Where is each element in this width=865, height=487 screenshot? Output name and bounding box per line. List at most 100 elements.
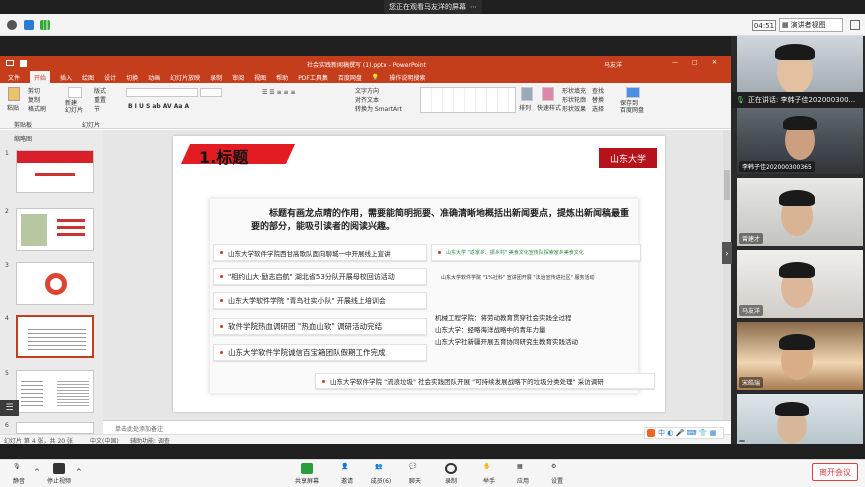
tab-design[interactable]: 设计 <box>104 73 116 82</box>
slide-thumbnail-2[interactable] <box>16 208 94 251</box>
ppt-user-name[interactable]: 马友洋 <box>604 60 622 69</box>
share-screen-icon <box>301 463 313 474</box>
text-direction-button[interactable]: 文字方向 <box>355 86 379 95</box>
notes-pane[interactable]: 单击此处添加备注 <box>103 420 731 434</box>
notice-text: 您正在观看马友洋的屏幕 <box>389 3 466 11</box>
participant-tile[interactable]: 宋皓瑞 <box>737 322 863 390</box>
leave-meeting-button[interactable]: 离开会议 <box>812 463 858 481</box>
shape-fill-button[interactable]: 形状填充 <box>562 86 586 95</box>
tab-draw[interactable]: 绘图 <box>82 73 94 82</box>
align-text-button[interactable]: 对齐文本 <box>355 95 379 104</box>
slide-thumbnail-6[interactable] <box>16 422 94 434</box>
font-size-select[interactable] <box>200 88 222 97</box>
current-slide[interactable]: 1.标题 山东大学 标题有画龙点睛的作用，需要能简明扼要、准确清晰地概括出新闻要… <box>173 136 665 412</box>
chevron-up-icon[interactable]: ^ <box>76 468 82 476</box>
select-button[interactable]: 选择 <box>592 104 604 113</box>
tab-home[interactable]: 开始 <box>30 71 51 83</box>
tab-file[interactable]: 文件 <box>8 73 20 82</box>
slide-thumbnail-3[interactable] <box>16 262 94 305</box>
shape-effects-button[interactable]: 形状效果 <box>562 104 586 113</box>
newspaper-headlines: 机械工程学院：将劳动教育贯穿社会实践全过程 山东大学：经略海洋战略中的青年力量 … <box>435 312 635 348</box>
participant-tile[interactable]: 曾建才 <box>737 178 863 246</box>
ribbon-search[interactable]: 操作说明搜索 <box>389 73 425 82</box>
tab-view[interactable]: 视图 <box>254 73 266 82</box>
slide-thumbnail-4[interactable] <box>16 315 94 358</box>
slide-counter: 幻灯片 第 4 张，共 20 张 <box>4 438 73 445</box>
new-slide-button[interactable]: 新建 幻灯片 <box>65 100 83 114</box>
format-painter-button[interactable]: 格式刷 <box>28 104 46 113</box>
paste-button[interactable]: 粘贴 <box>7 103 19 112</box>
settings-button[interactable]: ⚙ 设置 <box>542 461 572 487</box>
ime-toolbar[interactable]: 中 ◐ 🎤 ⌨ 👕 ▦ <box>644 427 724 439</box>
share-menu-icon[interactable]: ☰ <box>0 400 19 416</box>
speaker-view-button[interactable]: ▦ 演讲者视图 <box>779 18 843 32</box>
tab-animations[interactable]: 动画 <box>148 73 160 82</box>
baidu-cloud-icon[interactable] <box>626 87 640 98</box>
copy-button[interactable]: 复制 <box>28 95 40 104</box>
paste-icon[interactable] <box>8 87 20 101</box>
participant-tile[interactable]: 李韩子佳202000300365 <box>737 106 863 174</box>
new-slide-icon[interactable] <box>68 87 82 98</box>
reset-button[interactable]: 重置 <box>94 95 106 104</box>
share-screen-button[interactable]: 共享屏幕 <box>292 461 322 487</box>
fullscreen-icon[interactable] <box>850 20 860 30</box>
collapse-panel-button[interactable]: › <box>722 242 732 264</box>
record-button[interactable]: 录制 <box>436 461 466 487</box>
arrange-button[interactable]: 排列 <box>519 103 531 112</box>
raise-hand-label: 举手 <box>482 478 495 485</box>
close-icon[interactable]: ✕ <box>712 59 717 66</box>
raise-hand-button[interactable]: ✋ 举手 <box>474 461 504 487</box>
participant-tile[interactable] <box>737 394 863 444</box>
accessibility-status[interactable]: 辅助功能: 调查 <box>130 436 170 445</box>
vertical-scrollbar[interactable] <box>723 130 731 420</box>
sogou-icon <box>647 429 655 437</box>
autosave-icon[interactable] <box>6 60 14 66</box>
font-format-icons[interactable]: B I U S ab AV Aa A <box>128 103 189 110</box>
participant-tile[interactable]: 马友洋 <box>737 250 863 318</box>
gear-icon: ⚙ <box>551 463 557 470</box>
font-name-select[interactable] <box>126 88 198 97</box>
signal-icon[interactable] <box>40 20 50 30</box>
slide-thumbnail-5[interactable] <box>16 370 94 413</box>
paragraph-icons[interactable]: ☰ ☰ ≡ ≡ ≡ <box>262 89 295 96</box>
find-button[interactable]: 查找 <box>592 86 604 95</box>
maximize-icon[interactable]: □ <box>692 59 698 66</box>
university-logo: 山东大学 <box>599 148 657 168</box>
chat-button[interactable]: 💬 聊天 <box>400 461 430 487</box>
quick-styles-icon[interactable] <box>542 87 554 101</box>
layout-button[interactable]: 版式 <box>94 86 106 95</box>
tab-insert[interactable]: 插入 <box>60 73 72 82</box>
tab-review[interactable]: 审阅 <box>232 73 244 82</box>
tab-record[interactable]: 录制 <box>210 73 222 82</box>
slide-thumbnail-1[interactable] <box>16 150 94 193</box>
invite-button[interactable]: 👤 邀请 <box>332 461 362 487</box>
screen-share-notice[interactable]: 您正在观看马友洋的屏幕 ⋯ <box>384 0 482 14</box>
language-status[interactable]: 中文(中国) <box>90 436 119 445</box>
speaking-indicator: 🎙 正在讲话: 李韩子佳202000300... <box>732 92 865 108</box>
tab-transitions[interactable]: 切换 <box>126 73 138 82</box>
replace-button[interactable]: 替换 <box>592 95 604 104</box>
stop-video-button[interactable]: 停止视频 <box>44 461 74 487</box>
shape-outline-button[interactable]: 形状轮廓 <box>562 95 586 104</box>
tab-pdf-tools[interactable]: PDF工具集 <box>298 73 328 82</box>
headline-right-text-2: 山东大学软件学院 "1%社科" 宣讲团开展 "法治宣传进社区" 服务活动 <box>441 275 595 281</box>
members-button[interactable]: 👥 成员(6) <box>366 461 396 487</box>
smartart-button[interactable]: 转换为 SmartArt <box>355 104 402 113</box>
apps-button[interactable]: ▦ 应用 <box>508 461 538 487</box>
headline-item-1: 山东大学软件学院西甘高歌队面向聊城一中开展线上宣讲 <box>213 244 427 261</box>
shield-icon[interactable] <box>24 20 34 30</box>
minimize-icon[interactable]: — <box>672 59 678 66</box>
chevron-up-icon[interactable]: ^ <box>34 468 40 476</box>
quick-styles-button[interactable]: 快速样式 <box>537 103 561 112</box>
mute-button[interactable]: 🎙 静音 <box>4 461 34 487</box>
tab-slideshow[interactable]: 幻灯片放映 <box>170 73 200 82</box>
cut-button[interactable]: 剪切 <box>28 86 40 95</box>
save-icon[interactable] <box>20 60 27 67</box>
section-button[interactable]: 节 <box>94 104 100 113</box>
tab-help[interactable]: 帮助 <box>276 73 288 82</box>
info-icon[interactable] <box>7 20 17 30</box>
save-baidu-button[interactable]: 保存到 百度网盘 <box>620 100 644 114</box>
tab-baidu[interactable]: 百度网盘 <box>338 73 362 82</box>
shapes-gallery[interactable] <box>420 87 516 113</box>
arrange-icon[interactable] <box>521 87 533 101</box>
